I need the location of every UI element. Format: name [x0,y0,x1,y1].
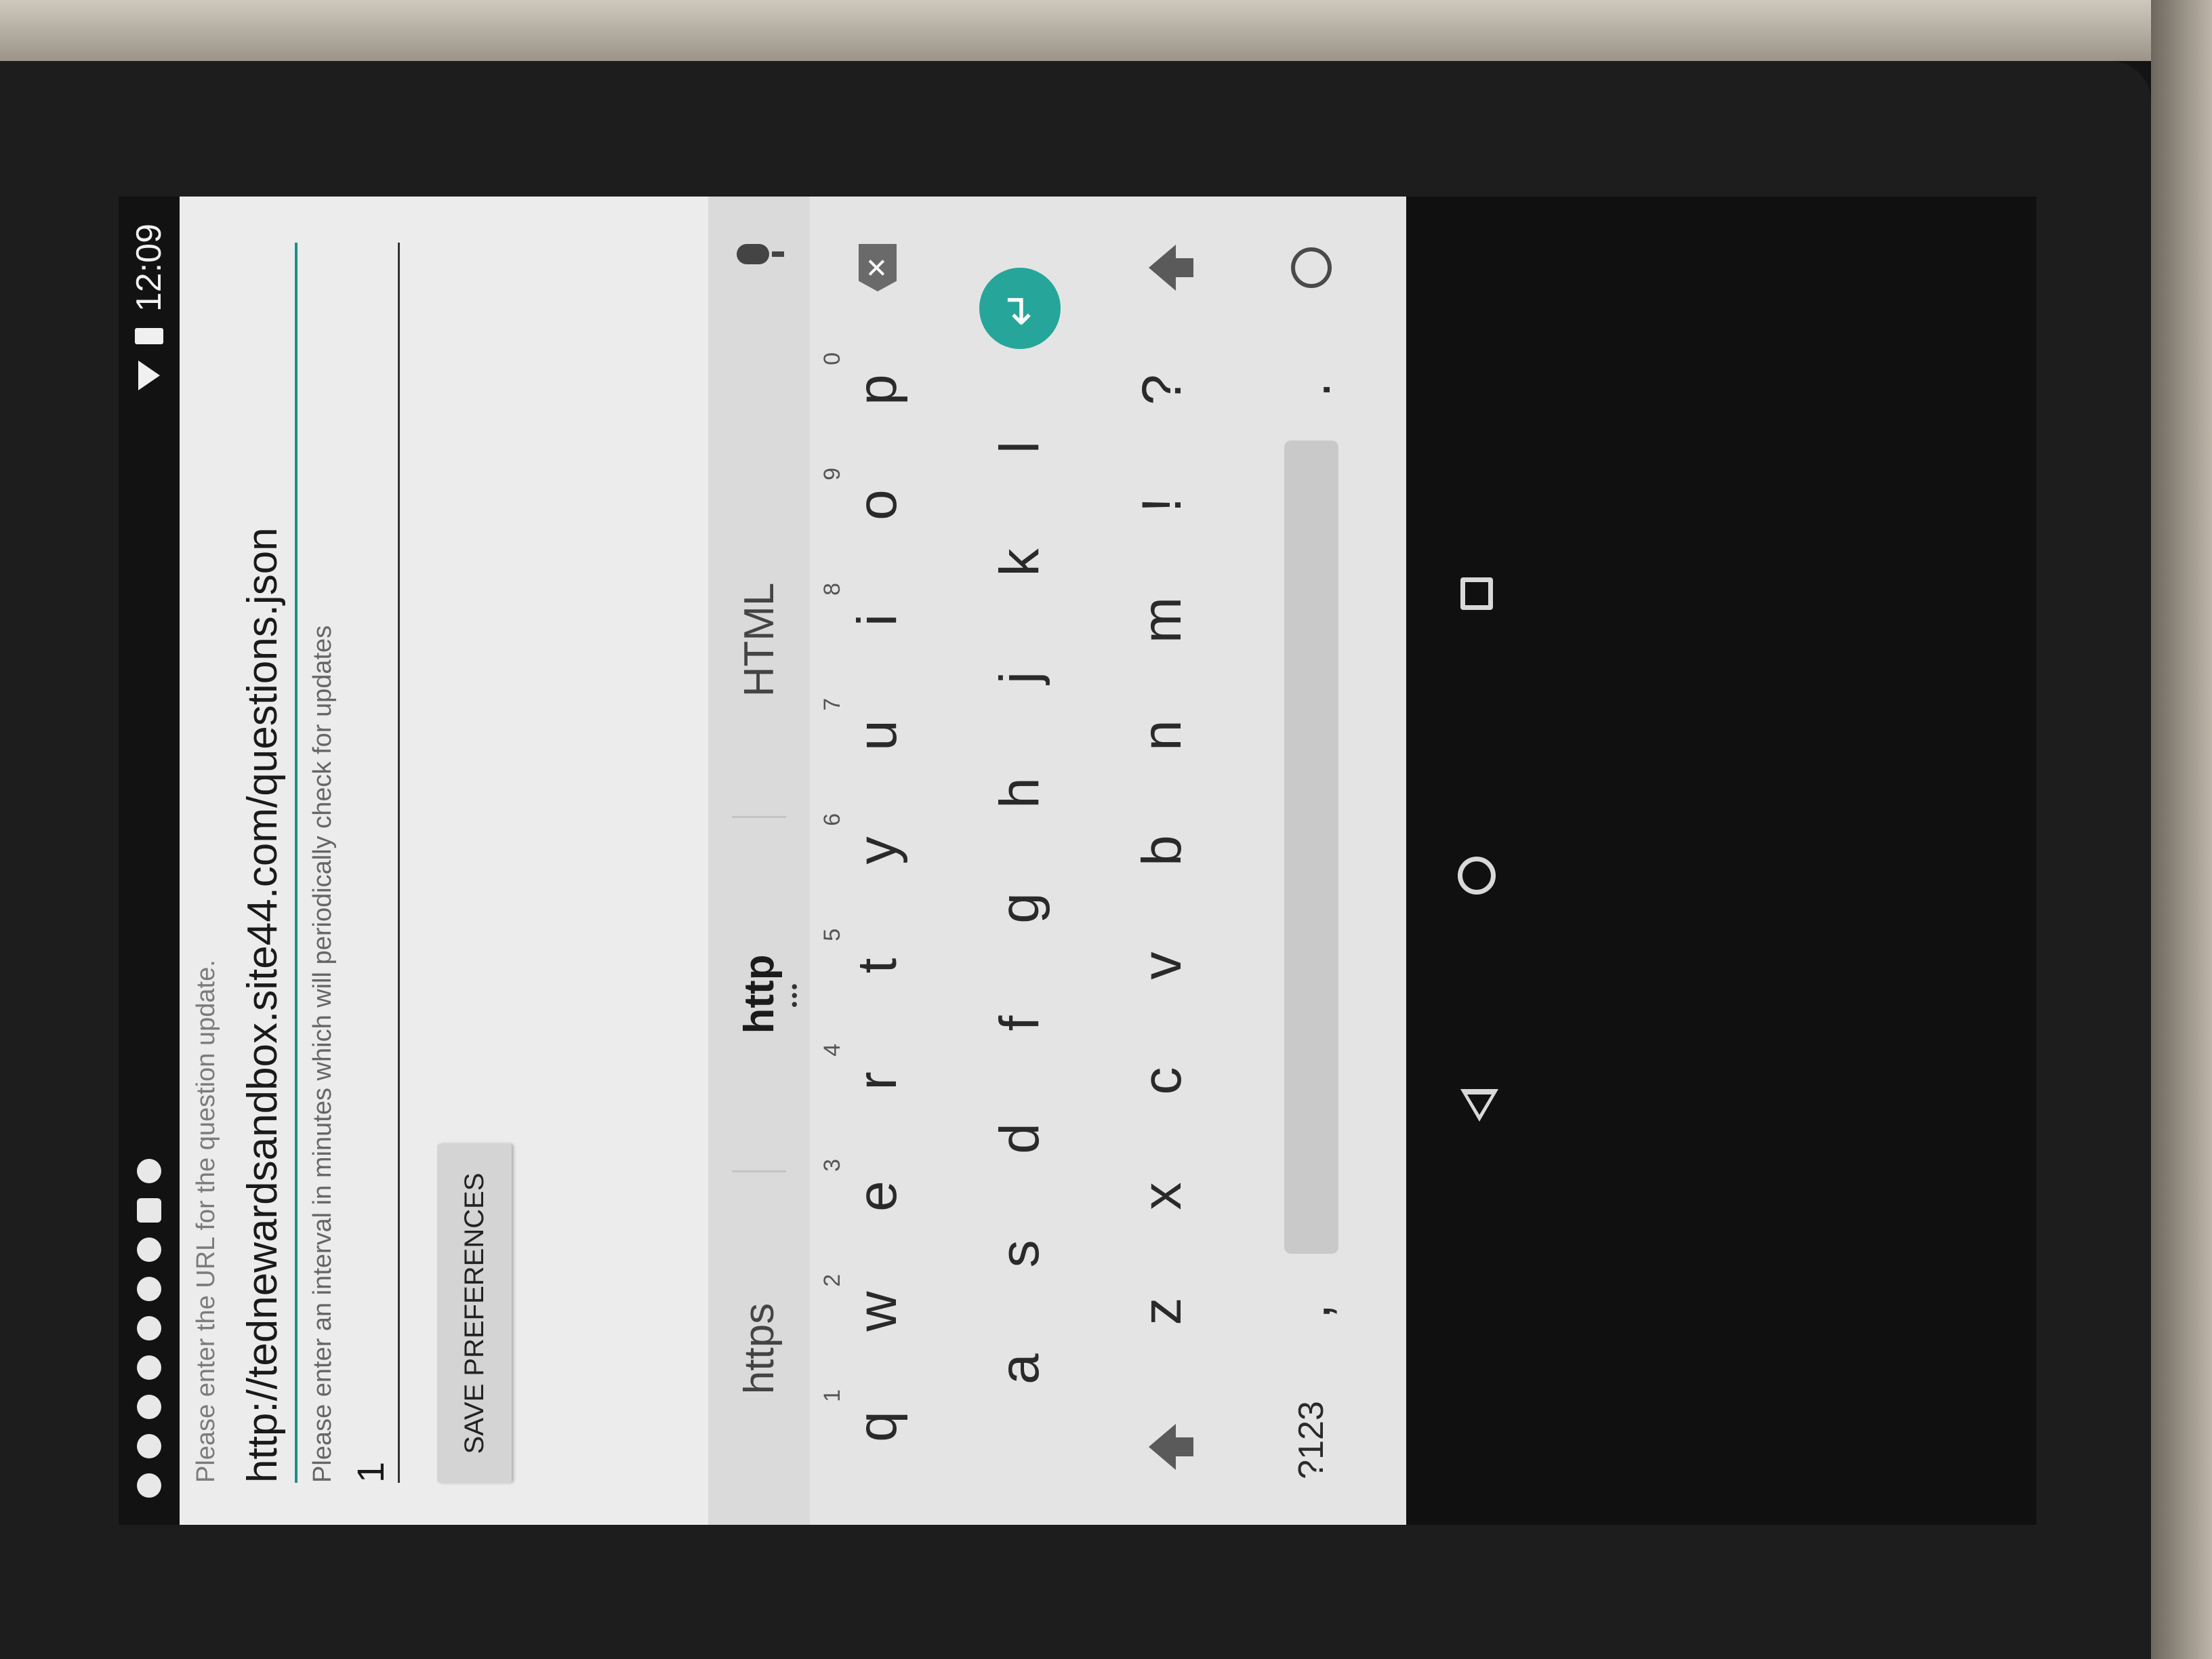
key-a[interactable]: a [952,1311,1088,1427]
recent-apps-icon[interactable] [1460,577,1493,610]
key-m[interactable]: m [1094,562,1230,678]
key-comma[interactable]: , [1244,1254,1379,1369]
key-g[interactable]: g [952,851,1088,966]
soft-keyboard: https http HTML q1 w2 e3 r4 t5 y6 u7 i8 … [708,197,1406,1525]
key-row-3: z x c v b n m ! ? [1094,197,1230,1525]
wifi-icon [138,361,160,391]
url-input[interactable] [230,243,298,1483]
save-preferences-button[interactable]: SAVE PREFERENCES [437,1144,512,1483]
navigation-bar [1406,197,2036,1525]
interval-label: Please enter an interval in minutes whic… [308,625,337,1483]
key-period[interactable]: . [1244,332,1379,447]
interval-input[interactable] [342,243,400,1483]
notification-icon [137,1434,161,1458]
key-q[interactable]: q1 [810,1369,945,1484]
notification-icon [137,1277,161,1301]
key-row-2: a s d f g h j k l ↵ [952,197,1088,1525]
battery-icon [135,328,163,345]
preferences-form: Please enter the URL for the question up… [180,197,708,1525]
enter-key[interactable]: ↵ [979,268,1061,349]
suggestion-strip: https http HTML [708,197,810,1525]
shift-key-left[interactable] [1094,1389,1230,1504]
suggestion-html[interactable]: HTML [735,464,783,816]
backspace-key[interactable]: ✕ [810,210,945,325]
notification-icon [137,1355,161,1380]
key-o[interactable]: o9 [810,447,945,562]
key-l[interactable]: l [952,390,1088,505]
notification-icon [137,1198,161,1223]
key-b[interactable]: b [1094,793,1230,908]
home-icon[interactable] [1458,857,1496,895]
back-icon[interactable] [1460,1089,1498,1122]
key-n[interactable]: n [1094,678,1230,793]
suggestion-http[interactable]: http [735,818,783,1170]
emoji-key[interactable] [1244,210,1379,325]
background-paper-edge [2151,0,2212,1659]
key-c[interactable]: c [1094,1023,1230,1139]
clock: 12:09 [129,224,169,312]
key-question[interactable]: ? [1094,332,1230,447]
key-s[interactable]: s [952,1196,1088,1311]
key-v[interactable]: v [1094,908,1230,1023]
background-paper [0,0,2212,61]
key-d[interactable]: d [952,1081,1088,1196]
key-i[interactable]: i8 [810,562,945,678]
notification-icon [137,1473,161,1498]
symbols-key[interactable]: ?123 [1244,1382,1379,1498]
shift-key-right[interactable] [1094,210,1230,325]
key-u[interactable]: u7 [810,678,945,793]
key-f[interactable]: f [952,966,1088,1081]
key-row-4: ?123 , . [1244,197,1379,1525]
mic-icon[interactable] [737,244,769,264]
key-row-1: q1 w2 e3 r4 t5 y6 u7 i8 o9 p0 ✕ [810,197,945,1525]
notification-icon [137,1237,161,1262]
status-bar: 12:09 [119,197,180,1525]
notification-icons [137,1159,161,1498]
key-t[interactable]: t5 [810,908,945,1023]
key-k[interactable]: k [952,505,1088,620]
key-r[interactable]: r4 [810,1023,945,1139]
key-h[interactable]: h [952,735,1088,851]
key-x[interactable]: x [1094,1139,1230,1254]
key-e[interactable]: e3 [810,1139,945,1254]
shift-icon [1149,245,1176,291]
url-label: Please enter the URL for the question up… [192,960,220,1483]
notification-icon [137,1316,161,1340]
shift-icon [1149,1424,1176,1470]
key-p[interactable]: p0 [810,332,945,447]
notification-icon [137,1159,161,1183]
suggestion-https[interactable]: https [735,1172,783,1525]
key-w[interactable]: w2 [810,1254,945,1369]
backspace-icon: ✕ [859,244,897,291]
key-exclamation[interactable]: ! [1094,447,1230,562]
tablet-screen: 12:09 Please enter the URL for the quest… [119,197,2036,1525]
key-z[interactable]: z [1094,1254,1230,1369]
notification-icon [137,1395,161,1419]
space-bar[interactable] [1284,441,1338,1254]
key-y[interactable]: y6 [810,793,945,908]
key-j[interactable]: j [952,620,1088,735]
emoji-icon [1291,247,1332,288]
